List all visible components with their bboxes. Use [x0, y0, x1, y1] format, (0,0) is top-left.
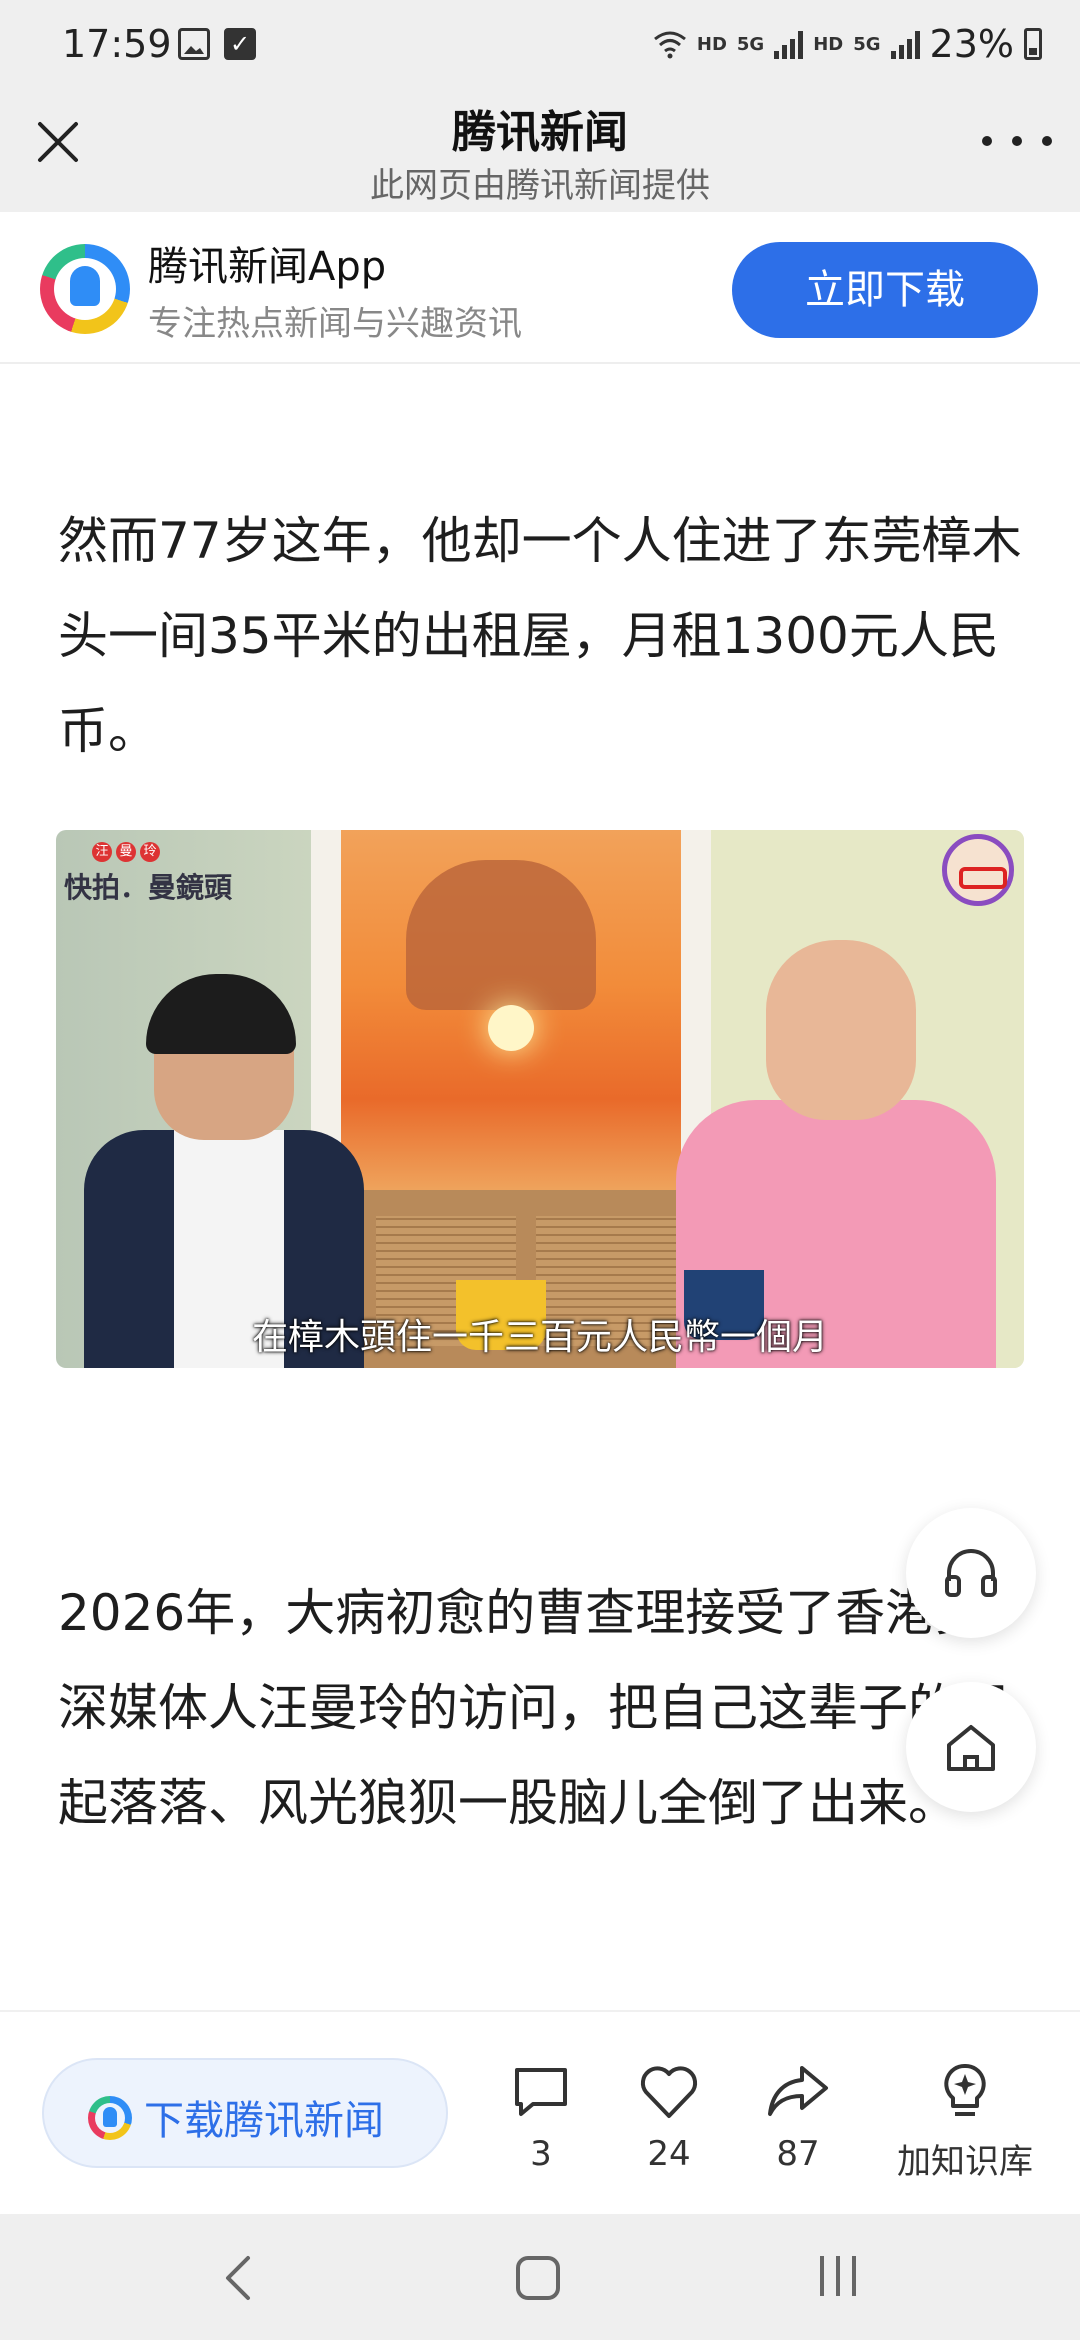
- download-app-button[interactable]: 下载腾讯新闻: [42, 2058, 448, 2168]
- like-count: 24: [647, 2134, 691, 2174]
- webview-header: 腾讯新闻 此网页由腾讯新闻提供: [0, 96, 1080, 212]
- recent-apps-icon[interactable]: [820, 2256, 856, 2296]
- lightbulb-icon: [944, 2063, 986, 2116]
- battery-icon: [1024, 28, 1042, 60]
- hd-label-2: HD: [813, 33, 844, 55]
- article-paragraph-1: 然而77岁这年，他却一个人住进了东莞樟木头一间35平米的出租屋，月租1300元人…: [58, 512, 1022, 760]
- share-icon: [768, 2066, 828, 2116]
- bottom-action-bar: 下载腾讯新闻 3 24 87 加知识库: [0, 2010, 1080, 2214]
- home-button[interactable]: [906, 1682, 1036, 1812]
- add-to-knowledge-base-button[interactable]: 加知识库: [880, 2062, 1050, 2183]
- gallery-icon: [178, 28, 210, 60]
- share-button[interactable]: 87: [733, 2062, 863, 2174]
- status-time: 17:59: [62, 22, 172, 66]
- image-subtitle: 在樟木頭住一千三百元人民幣一個月: [251, 1317, 828, 1358]
- system-navigation-bar: [0, 2214, 1080, 2340]
- article-image[interactable]: 汪 曼 玲 快拍．曼鏡頭 在樟木頭住一千三百元人民幣一個月: [56, 830, 1024, 1368]
- listen-audio-button[interactable]: [906, 1508, 1036, 1638]
- back-icon[interactable]: [218, 2252, 258, 2304]
- image-poster-sun: [488, 1005, 534, 1051]
- cartoon-avatar-icon: [942, 834, 1014, 906]
- hd-label: HD: [696, 33, 727, 55]
- network-label-2: 5G: [853, 33, 881, 55]
- home-icon: [947, 1725, 995, 1771]
- image-poster-figures: [406, 860, 596, 1010]
- download-now-button[interactable]: 立即下载: [732, 242, 1038, 338]
- heart-icon: [640, 2066, 698, 2118]
- dot-icon: [1012, 136, 1022, 146]
- status-right: HD 5G HD 5G 23%: [653, 22, 1042, 66]
- headphones-icon: [945, 1549, 997, 1597]
- comment-button[interactable]: 3: [476, 2062, 606, 2174]
- comment-icon: [515, 2068, 567, 2116]
- page-title: 腾讯新闻: [452, 107, 628, 158]
- signal-icon-2: [890, 29, 920, 59]
- page-subtitle: 此网页由腾讯新闻提供: [370, 166, 710, 206]
- article-paragraph-2: 2026年，大病初愈的曹查理接受了香港资深媒体人汪曼玲的访问，把自己这辈子的起起…: [58, 1584, 1008, 1832]
- comment-count: 3: [530, 2134, 552, 2174]
- tencent-news-logo-icon: [40, 244, 130, 334]
- home-nav-icon[interactable]: [516, 2256, 560, 2300]
- dot-icon: [1042, 136, 1052, 146]
- image-watermark: 快拍．曼鏡頭: [64, 871, 233, 904]
- knowledge-base-label: 加知识库: [897, 2142, 1033, 2182]
- app-download-banner: 腾讯新闻App 专注热点新闻与兴趣资讯 立即下载: [0, 212, 1080, 364]
- app-name: 腾讯新闻App: [148, 244, 387, 290]
- dot-icon: [982, 136, 992, 146]
- signal-icon-1: [774, 29, 804, 59]
- like-button[interactable]: 24: [604, 2062, 734, 2174]
- tencent-news-logo-icon: [88, 2096, 132, 2140]
- app-tagline: 专注热点新闻与兴趣资讯: [148, 304, 522, 344]
- wifi-icon: [653, 31, 686, 59]
- battery-percent: 23%: [929, 22, 1014, 66]
- share-count: 87: [776, 2134, 820, 2174]
- more-options-button[interactable]: [982, 126, 1052, 156]
- network-label-1: 5G: [736, 33, 765, 55]
- image-badge: 汪 曼 玲: [92, 842, 160, 862]
- checkbox-icon: ✓: [224, 28, 256, 60]
- notification-icons: ✓: [178, 28, 256, 60]
- download-app-label: 下载腾讯新闻: [144, 2098, 384, 2144]
- status-bar: 17:59 ✓ HD 5G HD 5G 23%: [0, 0, 1080, 96]
